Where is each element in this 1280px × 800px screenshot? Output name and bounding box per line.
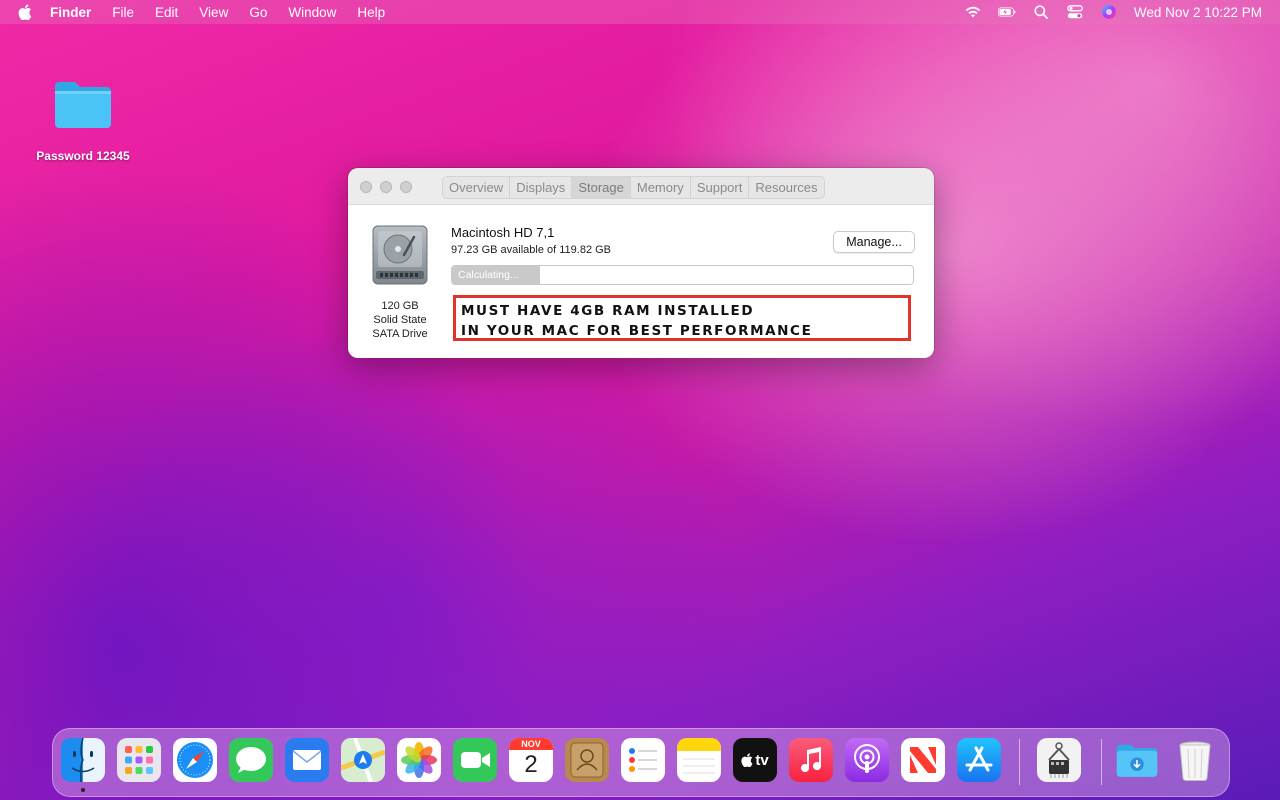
- volume-available: 97.23 GB available of 119.82 GB: [451, 244, 612, 256]
- ram-notice-line-1: Must have 4GB RAM installed: [461, 303, 755, 319]
- window-titlebar[interactable]: Overview Displays Storage Memory Support…: [348, 168, 934, 204]
- photos-icon: [401, 742, 437, 778]
- menu-app-name[interactable]: Finder: [50, 5, 91, 20]
- battery-icon[interactable]: [997, 4, 1016, 20]
- drive-type: Solid State: [373, 314, 427, 326]
- control-center-icon[interactable]: [1066, 4, 1084, 20]
- downloads-folder-icon: [1116, 744, 1158, 777]
- dock-tv[interactable]: tv: [733, 738, 777, 782]
- mail-icon: [292, 750, 322, 770]
- folder-icon: [55, 82, 111, 128]
- dock-separator-2: [1101, 739, 1102, 785]
- maps-icon: [341, 738, 385, 782]
- contacts-icon: [570, 742, 604, 778]
- tv-label: tv: [755, 751, 769, 769]
- reminders-icon: [629, 748, 657, 772]
- calendar-month: NOV: [509, 738, 553, 750]
- news-icon: [910, 747, 936, 773]
- calendar-day: 2: [524, 751, 538, 778]
- minimize-button[interactable]: [380, 181, 392, 193]
- dock-calendar[interactable]: NOV 2: [509, 738, 553, 782]
- dock-facetime[interactable]: [453, 738, 497, 782]
- dock-app-store[interactable]: [957, 738, 1001, 782]
- siri-icon[interactable]: [1100, 4, 1118, 20]
- dock-reminders[interactable]: [621, 738, 665, 782]
- menu-bar: Finder File Edit View Go Window Help Wed…: [0, 0, 1280, 24]
- spotlight-icon[interactable]: [1032, 4, 1050, 20]
- hard-drive-icon: [372, 225, 428, 285]
- manage-button[interactable]: Manage...: [833, 231, 915, 253]
- dock-downloads[interactable]: [1115, 738, 1159, 782]
- tab-bar: Overview Displays Storage Memory Support…: [442, 176, 825, 199]
- zoom-button[interactable]: [400, 181, 412, 193]
- apple-menu-icon[interactable]: [18, 4, 32, 20]
- storage-bar-fill: Calculating...: [452, 266, 540, 284]
- dock-separator: [1019, 739, 1020, 785]
- dock-notes[interactable]: [677, 738, 721, 782]
- dock-trash[interactable]: [1173, 738, 1217, 782]
- facetime-icon: [461, 752, 490, 768]
- dock-launchpad[interactable]: [117, 738, 161, 782]
- dock: NOV 2 tv: [52, 728, 1230, 797]
- storage-pane: 120 GB Solid State SATA Drive Macintosh …: [348, 204, 934, 358]
- launchpad-icon: [125, 746, 153, 774]
- storage-bar: Calculating...: [451, 265, 914, 285]
- dock-news[interactable]: [901, 738, 945, 782]
- menu-help[interactable]: Help: [357, 5, 385, 20]
- dock-podcasts[interactable]: [845, 738, 889, 782]
- ram-notice-line-2: in your Mac for best performance: [461, 323, 813, 339]
- drive-info: 120 GB Solid State SATA Drive: [360, 299, 440, 341]
- dock-photos[interactable]: [397, 738, 441, 782]
- podcasts-icon: [854, 744, 880, 773]
- dock-maps[interactable]: [341, 738, 385, 782]
- about-this-mac-window: Overview Displays Storage Memory Support…: [348, 168, 934, 358]
- tab-memory[interactable]: Memory: [631, 177, 691, 198]
- trash-icon: [1179, 741, 1211, 782]
- music-note-icon: [801, 747, 822, 773]
- dock-messages[interactable]: [229, 738, 273, 782]
- menu-window[interactable]: Window: [288, 5, 336, 20]
- tab-storage[interactable]: Storage: [572, 177, 631, 198]
- finder-icon: [61, 738, 105, 782]
- drive-interface: SATA Drive: [372, 328, 428, 340]
- apple-logo-icon: [741, 753, 753, 767]
- dock-safari[interactable]: [173, 738, 217, 782]
- menu-view[interactable]: View: [199, 5, 228, 20]
- ram-notice-banner: Must have 4GB RAM installed in your Mac …: [453, 295, 911, 341]
- menu-go[interactable]: Go: [249, 5, 267, 20]
- safari-icon: [177, 742, 213, 778]
- dock-system-information[interactable]: [1037, 738, 1081, 782]
- notes-icon: [677, 738, 721, 774]
- drive-capacity: 120 GB: [381, 300, 419, 312]
- system-information-icon: [1048, 742, 1070, 778]
- app-store-icon: [965, 746, 993, 772]
- wifi-icon[interactable]: [964, 4, 982, 20]
- tab-overview[interactable]: Overview: [443, 177, 511, 198]
- dock-music[interactable]: [789, 738, 833, 782]
- menu-file[interactable]: File: [112, 5, 134, 20]
- finder-running-indicator: [81, 788, 85, 792]
- dock-contacts[interactable]: [565, 738, 609, 782]
- tab-support[interactable]: Support: [691, 177, 750, 198]
- dock-mail[interactable]: [285, 738, 329, 782]
- dock-finder[interactable]: [61, 738, 105, 782]
- close-button[interactable]: [360, 181, 372, 193]
- menu-edit[interactable]: Edit: [155, 5, 178, 20]
- messages-icon: [236, 747, 266, 773]
- desktop-folder-label: Password 12345: [36, 149, 130, 163]
- desktop-folder[interactable]: Password 12345: [28, 78, 138, 163]
- tab-resources[interactable]: Resources: [749, 177, 823, 198]
- tab-displays[interactable]: Displays: [510, 177, 573, 198]
- volume-name: Macintosh HD 7,1: [451, 225, 555, 240]
- menu-clock[interactable]: Wed Nov 2 10:22 PM: [1134, 5, 1262, 20]
